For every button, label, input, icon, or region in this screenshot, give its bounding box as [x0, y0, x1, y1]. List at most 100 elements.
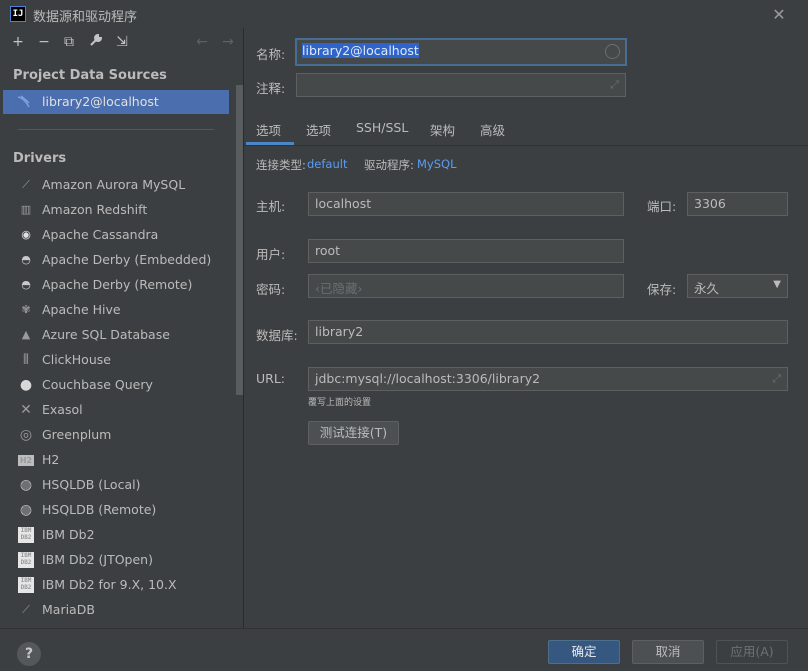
tab-advanced[interactable]: 高级 — [480, 120, 505, 139]
driver-link[interactable]: MySQL — [417, 157, 457, 171]
driver-item-clickhouse[interactable]: ⦀ ClickHouse — [3, 348, 229, 372]
connection-type-label: 连接类型: — [256, 158, 306, 172]
tab-bar: 选项 选项 SSH/SSL 架构 高级 — [244, 116, 808, 146]
driver-item-ibm-db2[interactable]: IBM DB2 IBM Db2 — [3, 523, 229, 547]
driver-label: Exasol — [42, 402, 83, 417]
driver-item-hsqldb-local[interactable]: ◍ HSQLDB (Local) — [3, 473, 229, 497]
close-icon[interactable]: ✕ — [770, 6, 788, 24]
data-source-form: 名称: library2@localhost 注释: ⤢ 选项 选项 SSH/S… — [244, 28, 808, 628]
comment-label: 注释: — [256, 81, 286, 96]
couchbase-icon: ● — [19, 377, 33, 393]
host-label: 主机: — [256, 199, 286, 214]
driver-item-exasol[interactable]: ✕ Exasol — [3, 398, 229, 422]
import-icon[interactable]: ⇲ — [113, 33, 131, 51]
driver-item-apache-derby-remote[interactable]: ◓ Apache Derby (Remote) — [3, 273, 229, 297]
test-connection-button[interactable]: 测试连接(T) — [308, 421, 399, 445]
comment-input[interactable]: ⤢ — [296, 73, 626, 97]
ok-button[interactable]: 确定 — [548, 640, 620, 664]
driver-item-apache-derby-embedded[interactable]: ◓ Apache Derby (Embedded) — [3, 248, 229, 272]
sidebar-toolbar: + − ⧉ ⇲ ← → — [3, 28, 243, 56]
clear-circle-icon[interactable] — [605, 44, 620, 59]
drivers-heading: Drivers — [13, 151, 67, 166]
save-dropdown-value: 永久 — [694, 281, 720, 296]
driver-item-amazon-redshift[interactable]: ▥ Amazon Redshift — [3, 198, 229, 222]
exasol-icon: ✕ — [20, 402, 32, 418]
driver-item-apache-hive[interactable]: ✾ Apache Hive — [3, 298, 229, 322]
copy-icon[interactable]: ⧉ — [60, 33, 78, 51]
cancel-button[interactable]: 取消 — [632, 640, 704, 664]
driver-label: HSQLDB (Local) — [42, 477, 141, 492]
name-label: 名称: — [256, 47, 286, 62]
data-source-label: library2@localhost — [42, 94, 159, 109]
password-placeholder: ‹已隐藏› — [315, 281, 363, 296]
save-dropdown[interactable]: 永久 ▼ — [687, 274, 788, 298]
add-icon[interactable]: + — [9, 33, 27, 51]
host-input[interactable]: localhost — [308, 192, 624, 216]
name-input[interactable]: library2@localhost — [295, 38, 627, 66]
project-data-sources-heading: Project Data Sources — [13, 68, 167, 83]
url-input[interactable]: jdbc:mysql://localhost:3306/library2 ⤢ — [308, 367, 788, 391]
apply-button[interactable]: 应用(A) — [716, 640, 788, 664]
footer-divider — [0, 628, 808, 629]
tab-options[interactable]: 选项 — [306, 120, 331, 139]
h2-icon: H2 — [18, 455, 34, 466]
sidebar-divider — [18, 129, 214, 130]
driver-label: Couchbase Query — [42, 377, 153, 392]
title-bar: IJ 数据源和驱动程序 ✕ — [0, 0, 808, 28]
port-label: 端口: — [647, 199, 677, 214]
driver-item-h2[interactable]: H2 H2 — [3, 448, 229, 472]
driver-label: Amazon Redshift — [42, 202, 148, 217]
driver-item-greenplum[interactable]: ◎ Greenplum — [3, 423, 229, 447]
expand-icon[interactable]: ⤢ — [772, 372, 781, 386]
connection-type-link[interactable]: default — [307, 157, 347, 171]
user-input[interactable]: root — [308, 239, 624, 263]
redshift-icon: ▥ — [20, 203, 32, 216]
driver-item-apache-cassandra[interactable]: ◉ Apache Cassandra — [3, 223, 229, 247]
driver-label: H2 — [42, 452, 60, 467]
data-source-item[interactable]: library2@localhost — [3, 90, 229, 114]
driver-label: 驱动程序: — [364, 158, 414, 172]
clickhouse-icon: ⦀ — [22, 352, 30, 368]
driver-label: IBM Db2 — [42, 527, 95, 542]
driver-item-couchbase-query[interactable]: ● Couchbase Query — [3, 373, 229, 397]
sidebar: + − ⧉ ⇲ ← → Project Data Sources library… — [3, 28, 244, 628]
port-input[interactable]: 3306 — [687, 192, 788, 216]
window-title: 数据源和驱动程序 — [33, 10, 138, 25]
wrench-icon[interactable] — [87, 33, 105, 51]
driver-item-ibm-db2-9x-10x[interactable]: IBM DB2 IBM Db2 for 9.X, 10.X — [3, 573, 229, 597]
hsqldb-icon: ◍ — [19, 502, 33, 518]
driver-item-hsqldb-remote[interactable]: ◍ HSQLDB (Remote) — [3, 498, 229, 522]
tab-general[interactable]: 选项 — [256, 120, 281, 139]
back-arrow-icon[interactable]: ← — [193, 33, 211, 51]
help-icon[interactable]: ? — [17, 642, 41, 666]
driver-item-azure-sql-database[interactable]: ▲ Azure SQL Database — [3, 323, 229, 347]
driver-label: Apache Cassandra — [42, 227, 159, 242]
driver-item-amazon-aurora-mysql[interactable]: ⟋ Amazon Aurora MySQL — [3, 173, 229, 197]
expand-icon[interactable]: ⤢ — [610, 78, 619, 92]
driver-item-ibm-db2-jtopen[interactable]: IBM DB2 IBM Db2 (JTOpen) — [3, 548, 229, 572]
tab-schemas[interactable]: 架构 — [430, 120, 455, 139]
remove-icon[interactable]: − — [35, 33, 53, 51]
driver-label: MariaDB — [42, 602, 95, 617]
database-input[interactable]: library2 — [308, 320, 788, 344]
active-tab-indicator — [246, 142, 294, 145]
hsqldb-icon: ◍ — [19, 477, 33, 493]
save-label: 保存: — [647, 282, 677, 297]
tab-ssh-ssl[interactable]: SSH/SSL — [356, 120, 408, 135]
aurora-icon: ⟋ — [22, 178, 30, 191]
cassandra-icon: ◉ — [21, 228, 31, 241]
greenplum-icon: ◎ — [19, 427, 33, 443]
name-value: library2@localhost — [302, 43, 419, 58]
driver-item-mariadb[interactable]: ⟋ MariaDB — [3, 598, 229, 622]
driver-label: Apache Derby (Remote) — [42, 277, 193, 292]
forward-arrow-icon[interactable]: → — [219, 33, 237, 51]
driver-label: IBM Db2 for 9.X, 10.X — [42, 577, 177, 592]
azure-icon: ▲ — [21, 328, 31, 341]
password-label: 密码: — [256, 282, 286, 297]
password-input[interactable]: ‹已隐藏› — [308, 274, 624, 298]
mariadb-icon: ⟋ — [22, 603, 30, 616]
intellij-app-icon: IJ — [10, 6, 26, 22]
driver-label: Amazon Aurora MySQL — [42, 177, 186, 192]
mysql-icon — [16, 94, 32, 110]
url-hint: 覆写上面的设置 — [308, 398, 372, 408]
